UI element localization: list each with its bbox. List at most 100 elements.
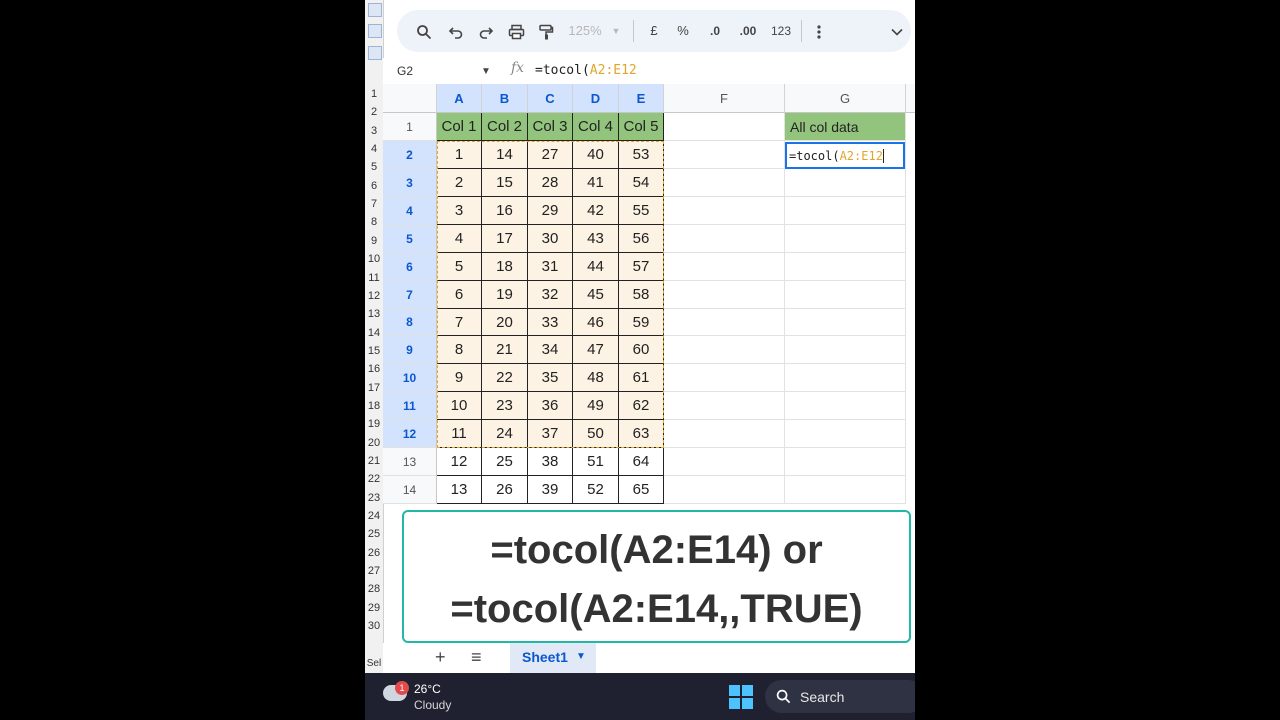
column-header-g[interactable]: G <box>785 84 906 113</box>
g-header-cell[interactable]: All col data <box>785 113 906 141</box>
empty-cell[interactable] <box>664 336 785 364</box>
print-icon[interactable] <box>503 10 529 52</box>
table-cell[interactable]: 63 <box>619 420 664 448</box>
empty-cell[interactable] <box>664 113 785 141</box>
empty-cell[interactable] <box>664 281 785 309</box>
table-cell[interactable]: 2 <box>437 169 482 197</box>
table-cell[interactable]: 56 <box>619 225 664 253</box>
table-cell[interactable]: 47 <box>573 336 619 364</box>
empty-cell[interactable] <box>785 420 906 448</box>
header-cell[interactable]: Col 5 <box>619 113 664 141</box>
row-header-11[interactable]: 11 <box>383 392 437 420</box>
column-header-d[interactable]: D <box>573 84 619 113</box>
table-cell[interactable]: 15 <box>482 169 528 197</box>
header-cell[interactable]: Col 3 <box>528 113 573 141</box>
add-sheet-icon[interactable]: + <box>435 647 446 668</box>
table-cell[interactable]: 43 <box>573 225 619 253</box>
save-icon[interactable] <box>368 24 382 38</box>
more-options-icon[interactable] <box>809 10 829 52</box>
row-header-9[interactable]: 9 <box>383 336 437 364</box>
table-cell[interactable]: 11 <box>437 420 482 448</box>
table-cell[interactable]: 53 <box>619 141 664 169</box>
table-cell[interactable]: 55 <box>619 197 664 225</box>
table-cell[interactable]: 64 <box>619 448 664 476</box>
formula-input[interactable]: =tocol(A2:E12 <box>535 58 637 84</box>
table-cell[interactable]: 18 <box>482 253 528 281</box>
empty-cell[interactable] <box>785 169 906 197</box>
select-all-corner[interactable] <box>383 84 437 113</box>
empty-cell[interactable] <box>785 392 906 420</box>
empty-cell[interactable] <box>664 253 785 281</box>
empty-cell[interactable] <box>785 476 906 504</box>
table-cell[interactable]: 25 <box>482 448 528 476</box>
row-header-3[interactable]: 3 <box>383 169 437 197</box>
table-cell[interactable]: 6 <box>437 281 482 309</box>
format-percent-button[interactable]: % <box>672 10 694 52</box>
table-cell[interactable]: 31 <box>528 253 573 281</box>
table-cell[interactable]: 5 <box>437 253 482 281</box>
table-cell[interactable]: 59 <box>619 309 664 336</box>
empty-cell[interactable] <box>664 309 785 336</box>
table-cell[interactable]: 37 <box>528 420 573 448</box>
table-cell[interactable]: 9 <box>437 364 482 392</box>
weather-condition[interactable]: Cloudy <box>414 698 451 712</box>
collapse-toolbar-icon[interactable] <box>887 10 907 52</box>
table-cell[interactable]: 62 <box>619 392 664 420</box>
all-sheets-icon[interactable]: ≡ <box>471 647 482 668</box>
windows-start-icon[interactable] <box>729 685 753 709</box>
zoom-select[interactable]: 125% <box>567 10 603 52</box>
row-header-13[interactable]: 13 <box>383 448 437 476</box>
table-cell[interactable]: 46 <box>573 309 619 336</box>
table-cell[interactable]: 39 <box>528 476 573 504</box>
empty-cell[interactable] <box>785 225 906 253</box>
table-cell[interactable]: 14 <box>482 141 528 169</box>
table-cell[interactable]: 61 <box>619 364 664 392</box>
empty-cell[interactable] <box>664 225 785 253</box>
empty-cell[interactable] <box>664 476 785 504</box>
table-cell[interactable]: 21 <box>482 336 528 364</box>
table-cell[interactable]: 32 <box>528 281 573 309</box>
table-cell[interactable]: 60 <box>619 336 664 364</box>
paint-format-icon[interactable] <box>533 10 559 52</box>
empty-cell[interactable] <box>664 420 785 448</box>
empty-cell[interactable] <box>664 448 785 476</box>
row-header-12[interactable]: 12 <box>383 420 437 448</box>
row-header-2[interactable]: 2 <box>383 141 437 169</box>
table-cell[interactable]: 48 <box>573 364 619 392</box>
table-cell[interactable]: 51 <box>573 448 619 476</box>
table-cell[interactable]: 29 <box>528 197 573 225</box>
name-box-caret-icon[interactable]: ▼ <box>481 66 491 77</box>
table-cell[interactable]: 27 <box>528 141 573 169</box>
zoom-caret-icon[interactable]: ▼ <box>609 10 623 52</box>
table-cell[interactable]: 35 <box>528 364 573 392</box>
empty-cell[interactable] <box>785 448 906 476</box>
table-cell[interactable]: 42 <box>573 197 619 225</box>
table-cell[interactable]: 24 <box>482 420 528 448</box>
row-header-7[interactable]: 7 <box>383 281 437 309</box>
table-cell[interactable]: 38 <box>528 448 573 476</box>
table-cell[interactable]: 30 <box>528 225 573 253</box>
table-cell[interactable]: 50 <box>573 420 619 448</box>
header-cell[interactable]: Col 1 <box>437 113 482 141</box>
empty-cell[interactable] <box>785 309 906 336</box>
table-cell[interactable]: 57 <box>619 253 664 281</box>
undo-icon[interactable] <box>443 10 469 52</box>
table-cell[interactable]: 52 <box>573 476 619 504</box>
table-cell[interactable]: 40 <box>573 141 619 169</box>
tab-sheet1[interactable]: Sheet1 ▼ <box>510 643 596 673</box>
weather-temperature[interactable]: 26°C <box>414 682 441 696</box>
header-cell[interactable]: Col 2 <box>482 113 528 141</box>
table-cell[interactable]: 26 <box>482 476 528 504</box>
column-header-c[interactable]: C <box>528 84 573 113</box>
empty-cell[interactable] <box>785 364 906 392</box>
empty-cell[interactable] <box>664 141 785 169</box>
more-formats-button[interactable]: 123 <box>767 10 795 52</box>
column-header-e[interactable]: E <box>619 84 664 113</box>
empty-cell[interactable] <box>785 253 906 281</box>
column-header-a[interactable]: A <box>437 84 482 113</box>
table-cell[interactable]: 3 <box>437 197 482 225</box>
table-cell[interactable]: 4 <box>437 225 482 253</box>
name-box[interactable]: G2 <box>397 58 413 84</box>
table-cell[interactable]: 10 <box>437 392 482 420</box>
row-header-8[interactable]: 8 <box>383 309 437 336</box>
